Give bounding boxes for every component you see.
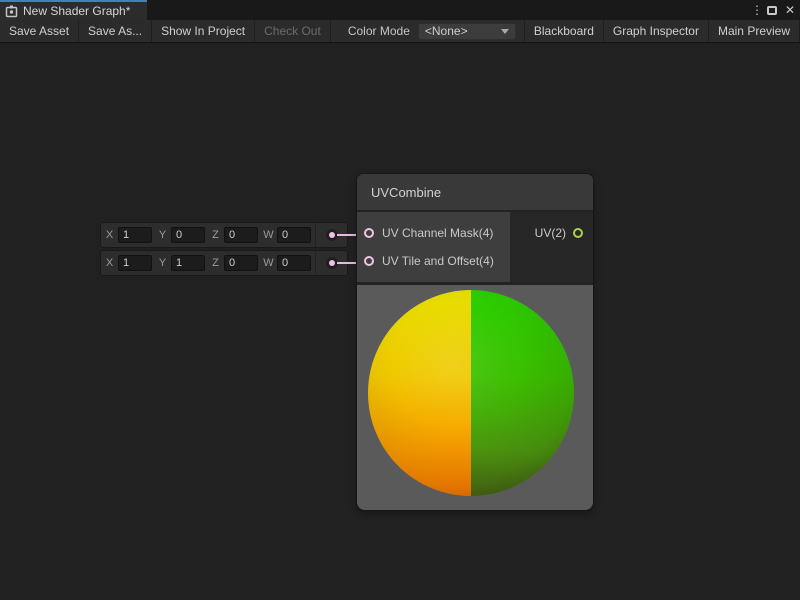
toolbar: Save Asset Save As... Show In Project Ch… bbox=[0, 20, 800, 43]
toolbar-spacer bbox=[331, 20, 338, 42]
input-port-icon[interactable] bbox=[364, 228, 374, 238]
input-port-row: UV Channel Mask(4) bbox=[357, 219, 510, 247]
connector-dot-icon[interactable] bbox=[329, 232, 335, 238]
node-title-bar[interactable]: UVCombine bbox=[357, 174, 593, 212]
color-mode-dropdown[interactable]: <None> bbox=[418, 23, 516, 40]
node-uvcombine[interactable]: UVCombine UV Channel Mask(4) UV Tile and… bbox=[357, 174, 593, 510]
node-output-section: UV(2) bbox=[510, 212, 593, 282]
maximize-icon[interactable] bbox=[767, 6, 777, 15]
color-mode-label: Color Mode bbox=[338, 20, 418, 42]
connector-dot-icon[interactable] bbox=[329, 260, 335, 266]
field-input-y[interactable]: 1 bbox=[171, 255, 205, 271]
tab-title: New Shader Graph* bbox=[23, 4, 130, 18]
sphere-left-half bbox=[368, 290, 471, 496]
field-label-x[interactable]: X bbox=[101, 257, 118, 269]
field-label-z[interactable]: Z bbox=[207, 257, 224, 269]
shader-graph-icon bbox=[5, 5, 18, 18]
field-input-x[interactable]: 1 bbox=[118, 227, 152, 243]
input-port-row: UV Tile and Offset(4) bbox=[357, 247, 510, 275]
field-input-z[interactable]: 0 bbox=[224, 255, 258, 271]
output-port-label: UV(2) bbox=[535, 226, 566, 240]
field-label-z[interactable]: Z bbox=[207, 229, 224, 241]
vector4-widget-uv-tile-offset: X 1 Y 1 Z 0 W 0 bbox=[100, 250, 348, 276]
connector-socket bbox=[326, 257, 338, 269]
chevron-down-icon bbox=[501, 29, 509, 34]
blackboard-button[interactable]: Blackboard bbox=[524, 20, 604, 42]
field-input-w[interactable]: 0 bbox=[277, 255, 311, 271]
field-input-z[interactable]: 0 bbox=[224, 227, 258, 243]
input-port-label: UV Channel Mask(4) bbox=[382, 226, 493, 240]
field-input-w[interactable]: 0 bbox=[277, 227, 311, 243]
field-label-w[interactable]: W bbox=[260, 229, 277, 241]
show-in-project-button[interactable]: Show In Project bbox=[152, 20, 255, 42]
save-asset-button[interactable]: Save Asset bbox=[0, 20, 79, 42]
node-input-section: UV Channel Mask(4) UV Tile and Offset(4) bbox=[357, 212, 510, 282]
field-label-y[interactable]: Y bbox=[154, 257, 171, 269]
field-label-w[interactable]: W bbox=[260, 257, 277, 269]
input-port-icon[interactable] bbox=[364, 256, 374, 266]
close-icon[interactable]: ✕ bbox=[785, 0, 795, 20]
output-port-icon[interactable] bbox=[573, 228, 583, 238]
field-label-x[interactable]: X bbox=[101, 229, 118, 241]
check-out-button[interactable]: Check Out bbox=[255, 20, 331, 42]
output-port-row: UV(2) bbox=[510, 219, 593, 247]
connector-socket bbox=[326, 229, 338, 241]
node-preview bbox=[357, 282, 593, 510]
input-port-label: UV Tile and Offset(4) bbox=[382, 254, 494, 268]
node-title: UVCombine bbox=[371, 185, 441, 200]
kebab-menu-icon[interactable]: ⋮ bbox=[751, 0, 759, 20]
save-as-button[interactable]: Save As... bbox=[79, 20, 152, 42]
tab-new-shader-graph[interactable]: New Shader Graph* bbox=[0, 0, 147, 20]
field-input-x[interactable]: 1 bbox=[118, 255, 152, 271]
field-label-y[interactable]: Y bbox=[154, 229, 171, 241]
sphere-right-half bbox=[471, 290, 574, 496]
field-input-y[interactable]: 0 bbox=[171, 227, 205, 243]
window-controls: ⋮ ✕ bbox=[751, 0, 795, 20]
graph-canvas[interactable]: X 1 Y 0 Z 0 W 0 X 1 Y 1 Z 0 W 0 bbox=[0, 43, 800, 600]
main-preview-button[interactable]: Main Preview bbox=[709, 20, 800, 42]
graph-inspector-button[interactable]: Graph Inspector bbox=[604, 20, 709, 42]
shader-graph-window: New Shader Graph* ⋮ ✕ Save Asset Save As… bbox=[0, 0, 800, 600]
color-mode-dropdown-value: <None> bbox=[425, 24, 468, 38]
vector4-widget-uv-channel-mask: X 1 Y 0 Z 0 W 0 bbox=[100, 222, 348, 248]
uv-preview-sphere bbox=[368, 290, 574, 496]
node-body: UV Channel Mask(4) UV Tile and Offset(4)… bbox=[357, 212, 593, 282]
title-bar: New Shader Graph* ⋮ ✕ bbox=[0, 0, 800, 20]
